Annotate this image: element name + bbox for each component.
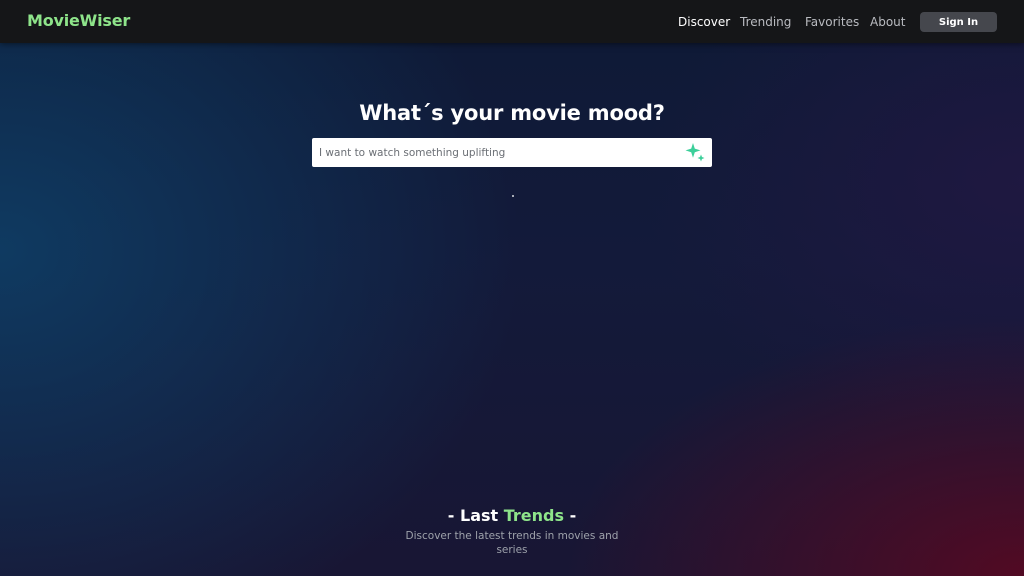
trends-subtitle: Discover the latest trends in movies and… [405,530,619,556]
loading-indicator [512,195,514,197]
nav-item-discover[interactable]: Discover [678,15,730,29]
top-navbar: MovieWiser Discover Trending Favorites A… [0,0,1024,43]
trends-heading-prefix: - Last [447,506,504,525]
nav-item-about[interactable]: About [870,15,905,29]
mood-search-input[interactable] [312,138,677,167]
trends-heading: - Last Trends - [0,506,1024,525]
trends-heading-suffix: - [564,506,577,525]
nav-item-trending[interactable]: Trending [740,15,791,29]
trends-heading-highlight: Trends [503,506,564,525]
page-background [0,0,1024,576]
sign-in-button[interactable]: Sign In [920,12,997,32]
page-title: What´s your movie mood? [359,101,665,125]
brand-logo[interactable]: MovieWiser [27,11,130,30]
mood-search-box [312,138,712,167]
nav-item-favorites[interactable]: Favorites [805,15,859,29]
sparkles-icon[interactable] [683,141,707,165]
